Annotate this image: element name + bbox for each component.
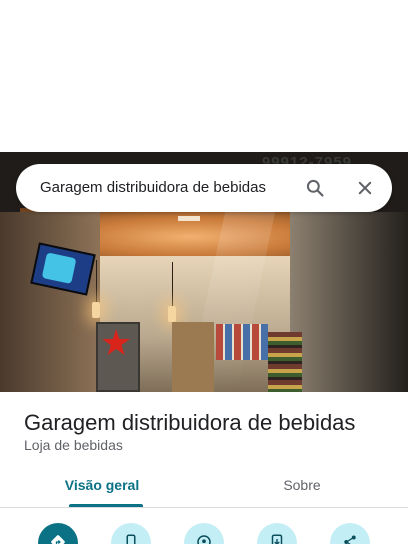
clear-search-button[interactable] [353,176,377,200]
place-title: Garagem distribuidora de bebidas [24,410,356,435]
search-button[interactable] [303,176,327,200]
pendant-cord [96,260,97,302]
close-icon [358,181,372,195]
top-blank-area [0,0,408,152]
pendant-light [168,306,176,322]
tab-about[interactable]: Sobre [200,476,404,508]
save-place-button[interactable] [184,523,224,544]
left-wall [0,212,100,392]
pendant-cord [172,262,173,306]
pendant-light [92,302,100,318]
right-wall [290,212,408,392]
search-icon [306,179,324,197]
share-icon [344,535,356,544]
call-button[interactable] [111,523,151,544]
directions-button[interactable] [38,523,78,544]
share-button[interactable] [330,523,370,544]
place-category[interactable]: Loja de bebidas [24,437,123,453]
wall-posters [216,324,268,360]
search-bar[interactable]: Garagem distribuidora de bebidas [16,164,392,212]
send-to-phone-button[interactable] [257,523,297,544]
ceiling-lamp [178,216,200,221]
phone-icon [126,534,136,544]
tabs-divider [0,507,408,508]
red-star-logo: ★ [100,322,133,363]
directions-icon [51,535,65,544]
search-query-text[interactable]: Garagem distribuidora de bebidas [40,179,266,196]
back-door [172,322,214,392]
drinks-shelf [268,332,302,392]
tv-screen [41,252,77,285]
send-to-phone-icon [271,534,283,544]
save-place-icon [197,535,211,544]
